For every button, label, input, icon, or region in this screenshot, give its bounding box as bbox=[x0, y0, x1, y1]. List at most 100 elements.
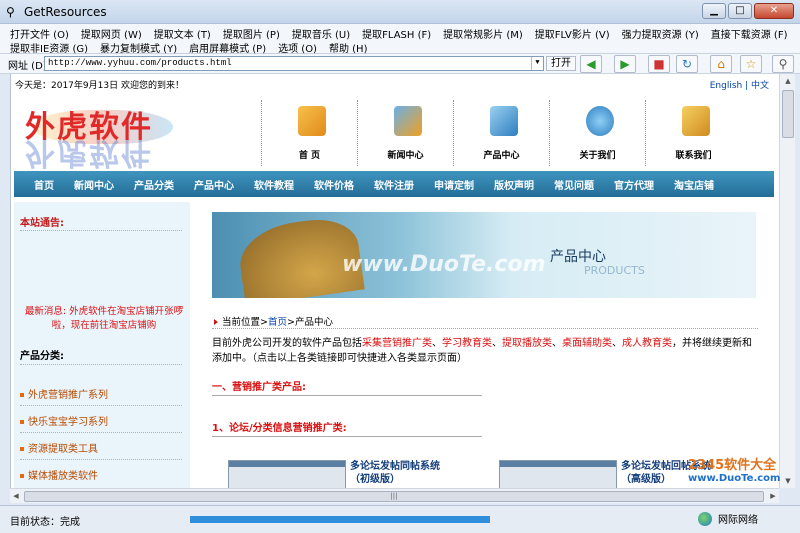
menu-item[interactable]: 启用屏幕模式 (P) bbox=[189, 40, 266, 55]
open-button[interactable]: 打开 bbox=[546, 56, 576, 71]
icon-nav: 首 页 新闻中心 产品中心 关于我们 联系我们 bbox=[261, 100, 771, 166]
notice-title: 本站通告: bbox=[20, 218, 64, 229]
url-input[interactable]: http://www.yyhuu.com/products.html ▼ bbox=[44, 56, 544, 71]
nav-news[interactable]: 新闻中心 bbox=[74, 177, 114, 192]
nav-home[interactable]: 首页 bbox=[34, 177, 54, 192]
globe-icon bbox=[586, 106, 614, 136]
menu-item[interactable]: 强力提取资源 (Y) bbox=[622, 26, 699, 41]
favorites-icon[interactable]: ☆ bbox=[740, 55, 762, 73]
nav-taobao[interactable]: 淘宝店铺 bbox=[674, 177, 714, 192]
icon-nav-news[interactable]: 新闻中心 bbox=[357, 100, 453, 166]
menu-bar: 打开文件 (O) 提取网页 (W) 提取文本 (T) 提取图片 (P) 提取音乐… bbox=[0, 24, 800, 55]
horizontal-scrollbar[interactable]: ◀ ||| ▶ bbox=[10, 488, 779, 503]
home-icon[interactable]: ⌂ bbox=[710, 55, 732, 73]
web-page: 今天是：2017年9月13日 欢迎您的到来！ English | 中文 外虎软件… bbox=[10, 74, 779, 488]
icon-nav-home[interactable]: 首 页 bbox=[261, 100, 357, 166]
section-heading: 一、营销推广类产品: bbox=[212, 382, 306, 393]
menu-item[interactable]: 提取常规影片 (M) bbox=[443, 26, 523, 41]
nav-products[interactable]: 产品中心 bbox=[194, 177, 234, 192]
main-nav: 首页 新闻中心 产品分类 产品中心 软件教程 软件价格 软件注册 申请定制 版权… bbox=[14, 171, 774, 197]
refresh-icon[interactable]: ↻ bbox=[676, 55, 698, 73]
breadcrumb-current: 产品中心 bbox=[294, 317, 333, 328]
progress-fill bbox=[190, 516, 490, 523]
progress-bar bbox=[190, 516, 490, 523]
close-button[interactable]: ✕ bbox=[754, 3, 794, 19]
menu-item[interactable]: 提取音乐 (U) bbox=[292, 26, 350, 41]
nav-copyright[interactable]: 版权声明 bbox=[494, 177, 534, 192]
menu-item[interactable]: 帮助 (H) bbox=[329, 40, 368, 55]
product-screenshot[interactable] bbox=[228, 460, 346, 488]
category-title: 产品分类: bbox=[20, 351, 64, 362]
icon-nav-contact[interactable]: 联系我们 bbox=[645, 100, 741, 166]
scroll-down-icon[interactable]: ▼ bbox=[780, 474, 796, 488]
intro-text: 目前外虎公司开发的软件产品包括采集营销推广类、学习教育类、提取播放类、桌面辅助类… bbox=[212, 338, 752, 364]
back-icon[interactable]: ◀ bbox=[580, 55, 602, 73]
menu-row-1: 打开文件 (O) 提取网页 (W) 提取文本 (T) 提取图片 (P) 提取音乐… bbox=[10, 26, 799, 41]
search-icon[interactable]: ⚲ bbox=[772, 55, 794, 73]
product-screenshot[interactable] bbox=[499, 460, 617, 488]
nav-tutorials[interactable]: 软件教程 bbox=[254, 177, 294, 192]
icon-nav-label: 联系我们 bbox=[675, 151, 712, 161]
chevron-down-icon[interactable]: ▼ bbox=[531, 57, 543, 70]
scroll-thumb[interactable] bbox=[782, 90, 794, 138]
menu-item[interactable]: 提取非IE资源 (G) bbox=[10, 40, 88, 55]
menu-item[interactable]: 提取图片 (P) bbox=[223, 26, 280, 41]
scroll-up-icon[interactable]: ▲ bbox=[780, 74, 796, 88]
icon-nav-label: 产品中心 bbox=[483, 151, 520, 161]
nav-register[interactable]: 软件注册 bbox=[374, 177, 414, 192]
watermark-line-2: www.DuoTe.com bbox=[688, 473, 781, 484]
category-link[interactable]: 成人教育类 bbox=[622, 338, 672, 349]
product-edition: （初级版） bbox=[350, 474, 400, 485]
forward-icon[interactable]: ▶ bbox=[614, 55, 636, 73]
menu-item[interactable]: 提取FLASH (F) bbox=[362, 26, 431, 41]
category-link[interactable]: 外虎营销推广系列 bbox=[20, 386, 108, 401]
site-watermark: 2345软件大全 www.DuoTe.com bbox=[688, 459, 781, 485]
nav-custom[interactable]: 申请定制 bbox=[434, 177, 474, 192]
home-icon bbox=[298, 106, 326, 136]
globe-icon bbox=[698, 511, 712, 526]
status-bar: 目前状态：完成 网际网络 bbox=[0, 505, 800, 533]
language-links[interactable]: English | 中文 bbox=[710, 78, 769, 91]
category-link[interactable]: 采集营销推广类 bbox=[362, 338, 432, 349]
menu-item[interactable]: 提取网页 (W) bbox=[81, 26, 142, 41]
category-link[interactable]: 桌面辅助类 bbox=[562, 338, 612, 349]
category-link[interactable]: 快乐宝宝学习系列 bbox=[20, 413, 108, 428]
menu-item[interactable]: 直接下载资源 (F) bbox=[711, 26, 788, 41]
maximize-button[interactable]: □ bbox=[728, 3, 752, 19]
nav-agents[interactable]: 官方代理 bbox=[614, 177, 654, 192]
breadcrumb-home[interactable]: 首页 bbox=[268, 317, 287, 328]
menu-item[interactable]: 暴力复制模式 (Y) bbox=[100, 40, 177, 55]
icon-nav-about[interactable]: 关于我们 bbox=[549, 100, 645, 166]
breadcrumb: 当前位置>首页>产品中心 bbox=[214, 314, 333, 328]
product-card[interactable]: 多论坛发帖同帖系统 （初级版） bbox=[228, 460, 478, 488]
divider bbox=[20, 364, 182, 365]
vertical-scrollbar[interactable]: ▲ ▼ bbox=[779, 74, 795, 488]
menu-item[interactable]: 选项 (O) bbox=[278, 40, 317, 55]
news-marquee[interactable]: 最新消息: 外虎软件在淘宝店铺开张啰啦，现在前往淘宝店铺购 bbox=[24, 305, 184, 333]
icon-nav-label: 首 页 bbox=[298, 151, 321, 161]
product-name: 多论坛发帖同帖系统 bbox=[350, 461, 440, 472]
category-link[interactable]: 学习教育类 bbox=[442, 338, 492, 349]
section-heading: 1、论坛/分类信息营销推广类: bbox=[212, 423, 347, 434]
divider bbox=[212, 328, 758, 329]
nav-faq[interactable]: 常见问题 bbox=[554, 177, 594, 192]
scroll-right-icon[interactable]: ▶ bbox=[767, 489, 779, 504]
category-link[interactable]: 提取播放类 bbox=[502, 338, 552, 349]
nav-categories[interactable]: 产品分类 bbox=[134, 177, 174, 192]
category-link[interactable]: 资源提取类工具 bbox=[20, 440, 98, 455]
minimize-button[interactable]: ▁ bbox=[702, 3, 726, 19]
status-text: 目前状态：完成 bbox=[10, 517, 80, 528]
menu-item[interactable]: 提取文本 (T) bbox=[154, 26, 211, 41]
stop-icon[interactable]: ■ bbox=[648, 55, 670, 73]
menu-item[interactable]: 打开文件 (O) bbox=[10, 26, 69, 41]
menu-item[interactable]: 提取FLV影片 (V) bbox=[535, 26, 610, 41]
banner-watermark: www.DuoTe.com bbox=[342, 252, 546, 277]
product-title[interactable]: 多论坛发帖同帖系统 （初级版） bbox=[350, 460, 440, 486]
nav-price[interactable]: 软件价格 bbox=[314, 177, 354, 192]
people-icon bbox=[682, 106, 710, 136]
window-controls: ▁ □ ✕ bbox=[702, 3, 794, 19]
scroll-thumb[interactable]: ||| bbox=[24, 491, 764, 502]
category-link[interactable]: 媒体播放类软件 bbox=[20, 467, 98, 482]
scroll-left-icon[interactable]: ◀ bbox=[10, 489, 22, 504]
icon-nav-products[interactable]: 产品中心 bbox=[453, 100, 549, 166]
